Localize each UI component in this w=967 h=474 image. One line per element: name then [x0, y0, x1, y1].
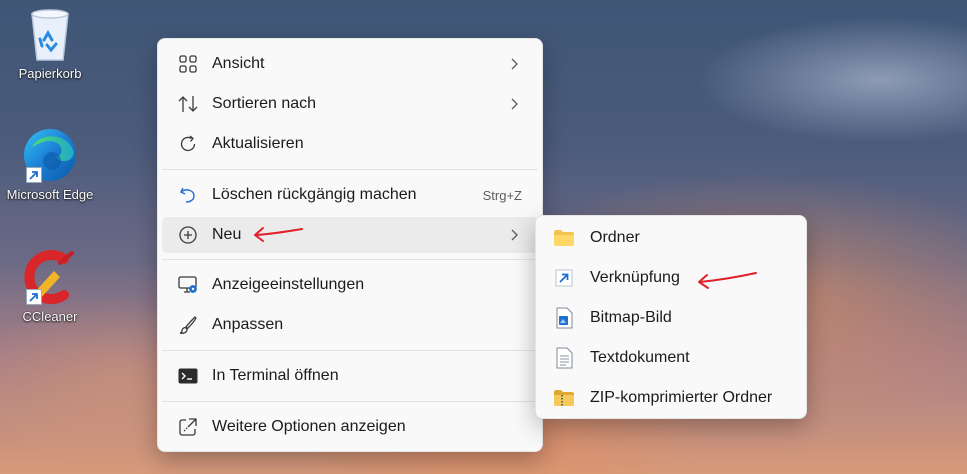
display-settings-icon — [176, 273, 200, 297]
desktop-icon-recycle-bin[interactable]: Papierkorb — [0, 4, 100, 81]
menu-item-view[interactable]: Ansicht — [162, 46, 538, 82]
terminal-icon — [176, 364, 200, 388]
bitmap-icon — [552, 306, 576, 330]
grid-view-icon — [176, 52, 200, 76]
menu-item-label: Anzeigeeinstellungen — [212, 276, 365, 293]
menu-item-undo-delete[interactable]: Löschen rückgängig machen Strg+Z — [162, 177, 538, 213]
submenu-item-folder[interactable]: Ordner — [540, 220, 802, 256]
menu-item-label: Ansicht — [212, 55, 265, 72]
desktop-icon-edge[interactable]: Microsoft Edge — [0, 125, 100, 202]
menu-item-display-settings[interactable]: Anzeigeeinstellungen — [162, 267, 538, 303]
menu-separator — [162, 350, 538, 351]
desktop-context-menu: Ansicht Sortieren nach Aktualisieren Lös… — [157, 38, 543, 452]
menu-item-sort-by[interactable]: Sortieren nach — [162, 86, 538, 122]
undo-icon — [176, 183, 200, 207]
menu-item-label: Löschen rückgängig machen — [212, 186, 417, 203]
text-document-icon — [552, 346, 576, 370]
submenu-item-text-document[interactable]: Textdokument — [540, 340, 802, 376]
chevron-right-icon — [511, 58, 518, 70]
sort-icon — [176, 92, 200, 116]
folder-icon — [552, 226, 576, 250]
chevron-right-icon — [511, 98, 518, 110]
submenu-item-shortcut[interactable]: Verknüpfung — [540, 260, 802, 296]
ccleaner-icon — [18, 247, 82, 307]
menu-item-label: Anpassen — [212, 316, 284, 333]
menu-item-personalize[interactable]: Anpassen — [162, 307, 538, 343]
submenu-item-label: ZIP-komprimierter Ordner — [590, 389, 773, 406]
chevron-right-icon — [511, 229, 518, 241]
submenu-item-label: Verknüpfung — [590, 269, 680, 286]
annotation-arrow-icon — [254, 227, 303, 242]
new-submenu: Ordner Verknüpfung Bitmap-Bild Textdokum… — [535, 215, 807, 419]
recycle-bin-icon — [18, 4, 82, 64]
desktop-icon-label: Microsoft Edge — [6, 187, 94, 202]
submenu-item-label: Textdokument — [590, 349, 690, 366]
refresh-icon — [176, 132, 200, 156]
menu-item-label: In Terminal öffnen — [212, 367, 339, 384]
zip-folder-icon — [552, 386, 576, 410]
menu-item-label: Weitere Optionen anzeigen — [212, 418, 406, 435]
edge-icon — [18, 125, 82, 185]
submenu-item-zip-folder[interactable]: ZIP-komprimierter Ordner — [540, 380, 802, 416]
keyboard-shortcut: Strg+Z — [482, 187, 522, 203]
shortcut-icon — [552, 266, 576, 290]
submenu-item-label: Ordner — [590, 229, 640, 246]
submenu-item-bitmap[interactable]: Bitmap-Bild — [540, 300, 802, 336]
menu-item-open-terminal[interactable]: In Terminal öffnen — [162, 358, 538, 394]
shortcut-overlay-icon — [26, 167, 42, 183]
menu-separator — [162, 259, 538, 260]
submenu-item-label: Bitmap-Bild — [590, 309, 672, 326]
menu-item-show-more-options[interactable]: Weitere Optionen anzeigen — [162, 409, 538, 445]
menu-item-label: Aktualisieren — [212, 135, 304, 152]
shortcut-overlay-icon — [26, 289, 42, 305]
desktop-icon-ccleaner[interactable]: CCleaner — [0, 247, 100, 324]
desktop-icon-label: Papierkorb — [18, 66, 82, 81]
menu-item-new[interactable]: Neu — [162, 217, 538, 253]
brush-icon — [176, 313, 200, 337]
menu-item-label: Sortieren nach — [212, 95, 317, 112]
menu-item-refresh[interactable]: Aktualisieren — [162, 126, 538, 162]
menu-separator — [162, 169, 538, 170]
more-options-icon — [176, 415, 200, 439]
plus-circle-icon — [176, 223, 200, 247]
menu-item-label: Neu — [212, 226, 242, 243]
desktop-icon-label: CCleaner — [22, 309, 78, 324]
annotation-arrow-icon — [698, 272, 757, 289]
menu-separator — [162, 401, 538, 402]
